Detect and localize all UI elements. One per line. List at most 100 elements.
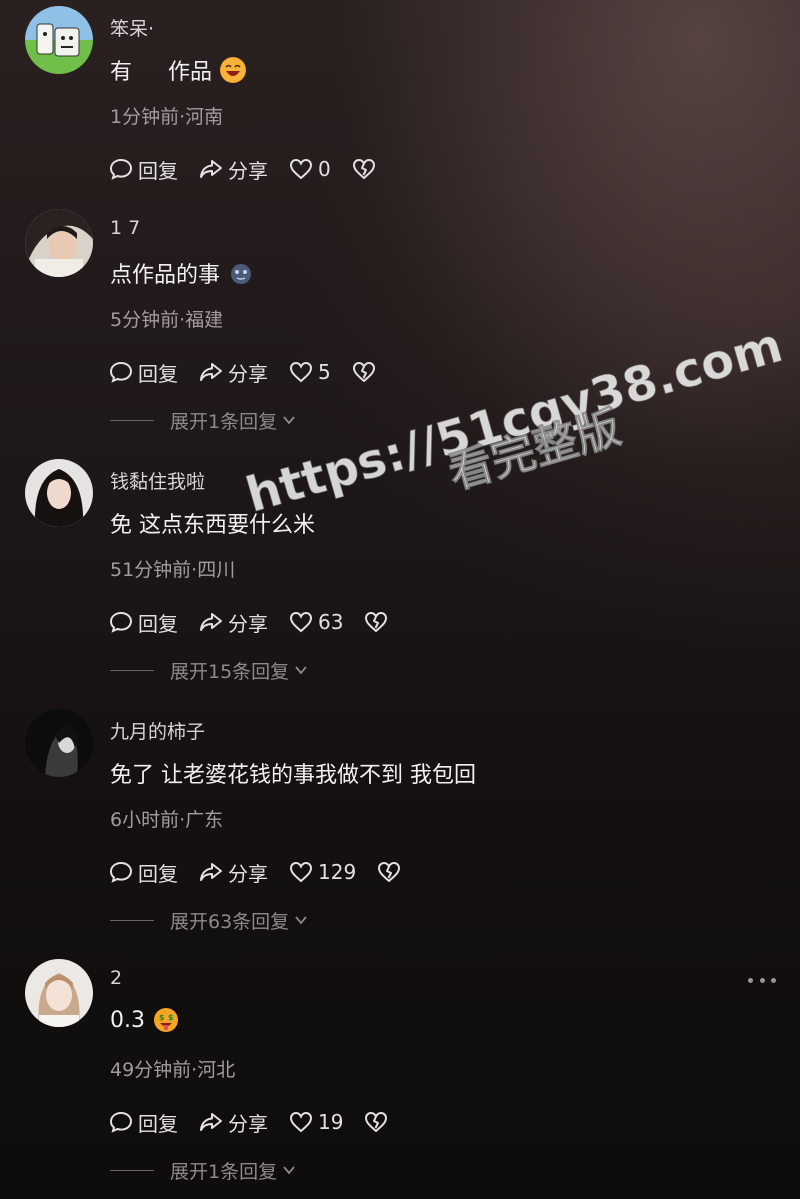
avatar-image <box>25 6 93 74</box>
share-button[interactable]: 分享 <box>198 155 268 184</box>
avatar[interactable] <box>25 6 93 74</box>
heart-icon <box>289 611 313 633</box>
watermark: https://51cgy38.com 看完整版 <box>239 290 789 525</box>
comment-actions: 回复 分享 5 <box>108 355 397 389</box>
share-arrow-icon <box>200 160 222 178</box>
share-label: 分享 <box>228 158 268 183</box>
share-arrow-icon <box>200 613 222 631</box>
heart-icon <box>289 1111 313 1133</box>
speech-bubble-icon <box>109 158 133 180</box>
comment-text-body: 免 这点东西要什么米 <box>110 513 315 538</box>
reply-label: 回复 <box>138 158 178 183</box>
share-label: 分享 <box>228 1111 268 1136</box>
svg-text:$: $ <box>159 1013 165 1022</box>
speech-bubble-icon <box>109 361 133 383</box>
dislike-button[interactable] <box>363 1109 389 1135</box>
share-button[interactable]: 分享 <box>198 608 268 637</box>
comment-text-body: 0.3 <box>110 1007 145 1033</box>
avatar[interactable] <box>25 709 93 777</box>
share-button[interactable]: 分享 <box>198 1108 268 1137</box>
more-options-icon[interactable] <box>748 973 776 987</box>
avatar-image <box>25 959 93 1027</box>
comment-text: 免 这点东西要什么米 <box>110 507 315 539</box>
reply-button[interactable]: 回复 <box>108 1108 178 1137</box>
comment-username[interactable]: 笨呆· <box>110 14 154 41</box>
avatar-image <box>25 709 93 777</box>
divider-line <box>110 419 154 421</box>
expand-replies-button[interactable]: 展开63条回复 <box>110 905 309 935</box>
expand-replies-button[interactable]: 展开15条回复 <box>110 655 309 685</box>
like-count: 129 <box>318 860 357 884</box>
reply-button[interactable]: 回复 <box>108 858 178 887</box>
expand-replies-button[interactable]: 展开1条回复 <box>110 1155 297 1185</box>
comment-text: 免了 让老婆花钱的事我做不到 我包回 <box>110 757 476 789</box>
expand-replies-label: 展开63条回复 <box>170 910 290 933</box>
heart-icon <box>289 158 313 180</box>
like-button[interactable]: 5 <box>288 359 331 385</box>
share-arrow-icon <box>200 863 222 881</box>
comment-username[interactable]: 九月的柿子 <box>110 717 205 744</box>
reply-button[interactable]: 回复 <box>108 358 178 387</box>
reply-label: 回复 <box>138 611 178 636</box>
chevron-down-icon <box>295 916 307 925</box>
comment-text-body: 免了 让老婆花钱的事我做不到 我包回 <box>110 763 476 788</box>
share-label: 分享 <box>228 861 268 886</box>
reply-button[interactable]: 回复 <box>108 608 178 637</box>
comment-username[interactable]: 1 7 <box>110 217 140 239</box>
dot <box>759 977 765 983</box>
dislike-button[interactable] <box>363 609 389 635</box>
like-button[interactable]: 129 <box>288 859 356 885</box>
expand-replies-button[interactable]: 展开1条回复 <box>110 405 297 435</box>
comment-username[interactable]: 钱黏住我啦 <box>110 467 205 494</box>
reply-label: 回复 <box>138 861 178 886</box>
avatar[interactable] <box>25 209 93 277</box>
share-arrow-icon <box>200 1113 222 1131</box>
avatar[interactable] <box>25 959 93 1027</box>
avatar-image <box>25 209 93 277</box>
comment-text-body: 点作品的事 <box>110 263 221 288</box>
watermark-url: https://51cgy38.com <box>239 317 789 525</box>
like-button[interactable]: 0 <box>288 156 331 182</box>
dot <box>771 977 776 983</box>
speech-bubble-icon <box>109 1111 133 1133</box>
expand-replies-label: 展开1条回复 <box>170 1160 278 1183</box>
comment-text: 0.3 $ $ <box>110 1007 179 1033</box>
like-button[interactable]: 19 <box>288 1109 343 1135</box>
heart-icon <box>289 361 313 383</box>
share-button[interactable]: 分享 <box>198 858 268 887</box>
comment-meta: 6小时前·广东 <box>110 809 224 831</box>
comment-meta: 51分钟前·四川 <box>110 559 236 581</box>
share-label: 分享 <box>228 611 268 636</box>
chevron-down-icon <box>295 666 307 675</box>
grinning-face-emoji-icon <box>220 57 246 83</box>
broken-heart-icon <box>352 362 375 382</box>
like-count: 19 <box>318 1110 344 1134</box>
chevron-down-icon <box>283 416 295 425</box>
reply-label: 回复 <box>138 361 178 386</box>
avatar-image <box>25 459 93 527</box>
comment-text-body: 有 作品 <box>110 60 212 85</box>
like-button[interactable]: 63 <box>288 609 343 635</box>
svg-text:$: $ <box>168 1013 174 1022</box>
money-face-emoji-icon: $ $ <box>153 1007 179 1033</box>
broken-heart-icon <box>365 1112 388 1132</box>
dislike-button[interactable] <box>351 156 377 182</box>
reply-label: 回复 <box>138 1111 178 1136</box>
speech-bubble-icon <box>109 611 133 633</box>
comment-text: 点作品的事 <box>110 257 254 289</box>
dislike-button[interactable] <box>376 859 402 885</box>
comment-username[interactable]: 2 <box>110 967 122 989</box>
blue-blob-emoji-icon <box>228 260 254 286</box>
broken-heart-icon <box>378 862 401 882</box>
comment-actions: 回复 分享 19 <box>108 1105 409 1139</box>
divider-line <box>110 669 154 671</box>
comment-actions: 回复 分享 0 <box>108 152 397 186</box>
dot <box>748 977 753 983</box>
like-count: 0 <box>318 157 331 181</box>
broken-heart-icon <box>365 612 388 632</box>
share-button[interactable]: 分享 <box>198 358 268 387</box>
expand-replies-label: 展开15条回复 <box>170 660 290 683</box>
reply-button[interactable]: 回复 <box>108 155 178 184</box>
avatar[interactable] <box>25 459 93 527</box>
dislike-button[interactable] <box>351 359 377 385</box>
